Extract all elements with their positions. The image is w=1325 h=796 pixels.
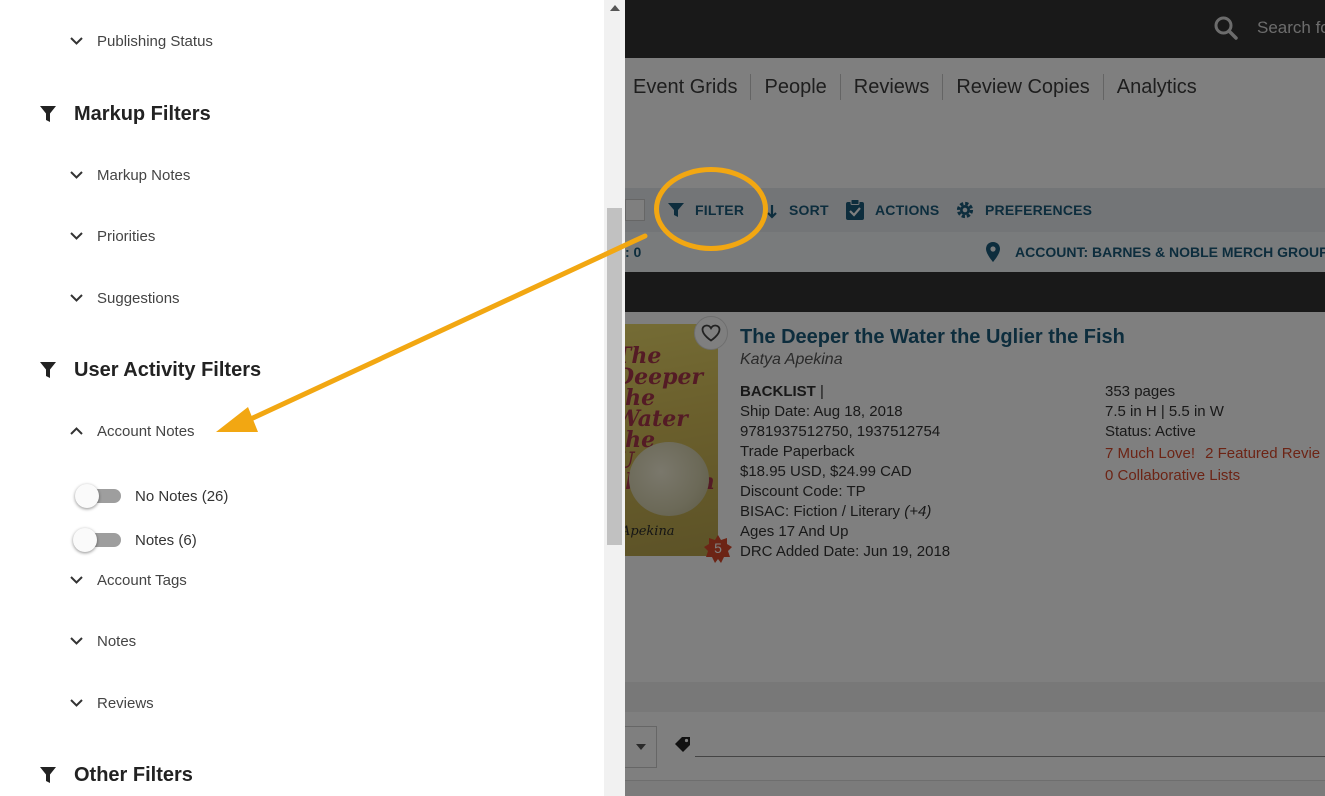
annotation-arrow-icon <box>216 233 648 432</box>
